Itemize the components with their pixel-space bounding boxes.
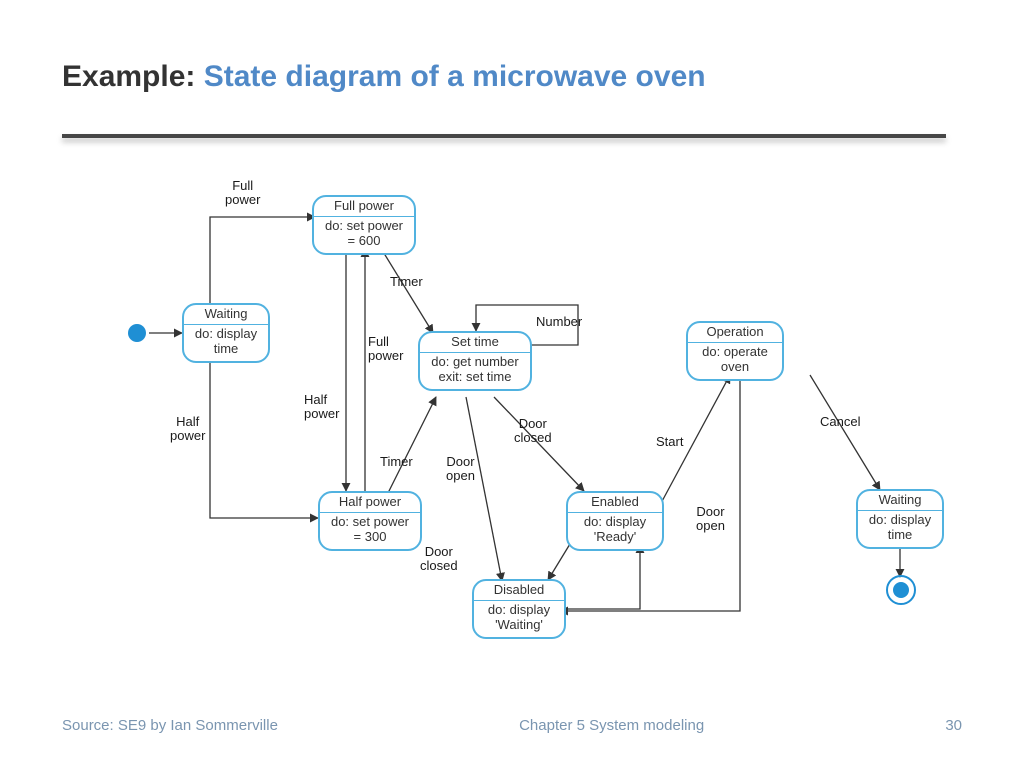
label-timer-2: Timer [380,455,413,469]
footer-page: 30 [945,717,962,734]
state-disabled: Disabled do: display'Waiting' [472,579,566,639]
state-full-power: Full power do: set power= 600 [312,195,416,255]
label-full-power-2: Fullpower [368,335,403,364]
final-state-icon [886,575,916,605]
state-diagram: Waiting do: displaytime Full power do: s… [100,175,970,655]
state-enabled: Enabled do: display'Ready' [566,491,664,551]
title-divider [62,134,946,138]
label-timer-1: Timer [390,275,423,289]
state-name: Waiting [184,305,268,325]
state-activity: do: set power= 300 [320,513,420,549]
label-door-open-2: Dooropen [696,505,725,534]
label-half-power-2: Halfpower [304,393,339,422]
state-name: Operation [688,323,782,343]
state-name: Enabled [568,493,662,513]
state-half-power: Half power do: set power= 300 [318,491,422,551]
state-name: Half power [320,493,420,513]
title-prefix: Example: [62,60,195,93]
state-name: Set time [420,333,530,353]
label-cancel: Cancel [820,415,860,429]
state-set-time: Set time do: get numberexit: set time [418,331,532,391]
state-waiting-1: Waiting do: displaytime [182,303,270,363]
footer-source: Source: SE9 by Ian Sommerville [62,717,278,734]
footer-chapter: Chapter 5 System modeling [519,717,704,734]
state-waiting-2: Waiting do: displaytime [856,489,944,549]
state-activity: do: get numberexit: set time [420,353,530,389]
label-number: Number [536,315,582,329]
initial-state-icon [128,324,146,342]
state-activity: do: displaytime [184,325,268,361]
label-door-closed-2: Doorclosed [420,545,458,574]
state-activity: do: displaytime [858,511,942,547]
state-name: Waiting [858,491,942,511]
label-door-closed-1: Doorclosed [514,417,552,446]
state-activity: do: display'Waiting' [474,601,564,637]
label-start: Start [656,435,683,449]
label-half-power-1: Halfpower [170,415,205,444]
state-activity: do: operateoven [688,343,782,379]
slide-title: Example: State diagram of a microwave ov… [62,60,706,94]
label-door-open-1: Dooropen [446,455,475,484]
state-operation: Operation do: operateoven [686,321,784,381]
state-name: Full power [314,197,414,217]
label-full-power-1: Fullpower [225,179,260,208]
slide-footer: Source: SE9 by Ian Sommerville Chapter 5… [62,717,962,734]
state-name: Disabled [474,581,564,601]
state-activity: do: display'Ready' [568,513,662,549]
state-activity: do: set power= 600 [314,217,414,253]
title-accent: State diagram of a microwave oven [204,60,706,93]
